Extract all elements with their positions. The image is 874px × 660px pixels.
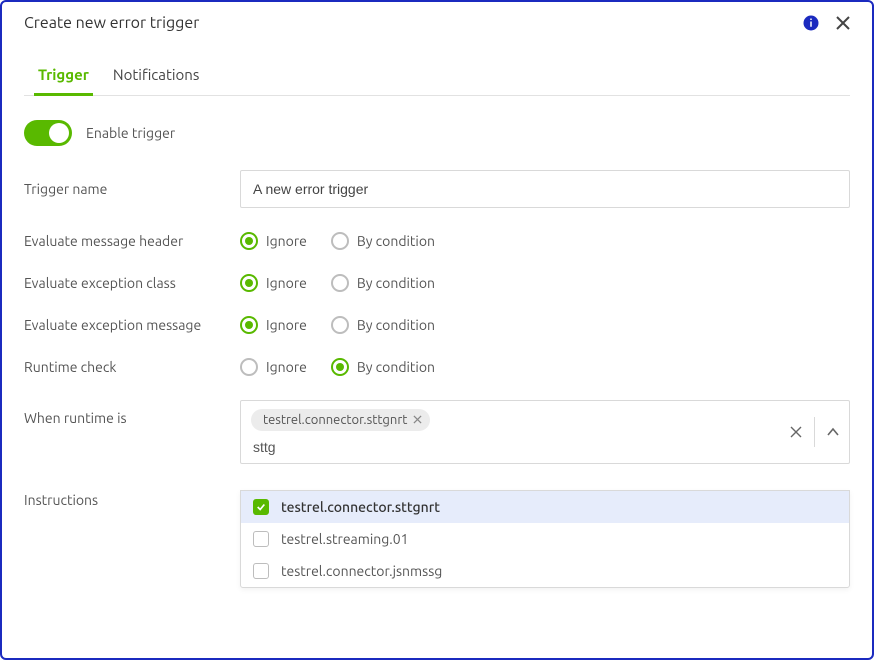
dialog-titlebar: Create new error trigger [2, 2, 872, 40]
trigger-name-label: Trigger name [24, 181, 240, 197]
when-runtime-multiselect[interactable]: testrel.connector.sttgnrt [240, 400, 850, 464]
enable-trigger-toggle[interactable] [24, 120, 72, 146]
evaluate-exception-class-radio-group: Ignore By condition [240, 274, 850, 292]
runtime-check-label: Runtime check [24, 359, 240, 375]
tabs: Trigger Notifications [24, 58, 850, 96]
dropdown-item-label: testrel.streaming.01 [281, 531, 409, 547]
runtime-check-radio-ignore[interactable]: Ignore [240, 358, 307, 376]
divider [814, 417, 815, 447]
chip-remove-icon[interactable] [413, 414, 422, 427]
info-icon[interactable] [800, 12, 822, 34]
evaluate-exmsg-radio-ignore[interactable]: Ignore [240, 316, 307, 334]
checkbox-icon [253, 531, 269, 547]
radio-label: Ignore [266, 233, 307, 249]
radio-label: Ignore [266, 317, 307, 333]
checkbox-icon [253, 499, 269, 515]
chevron-up-icon[interactable] [827, 427, 839, 437]
evaluate-exclass-radio-bycondition[interactable]: By condition [331, 274, 435, 292]
evaluate-header-radio-ignore[interactable]: Ignore [240, 232, 307, 250]
dropdown-item-label: testrel.connector.sttgnrt [281, 499, 440, 515]
dialog-create-error-trigger: Create new error trigger Trigger Notific… [0, 0, 874, 660]
dropdown-item[interactable]: testrel.connector.jsnmssg [241, 555, 849, 587]
tab-trigger[interactable]: Trigger [38, 58, 89, 95]
evaluate-exception-class-label: Evaluate exception class [24, 275, 240, 291]
when-runtime-label: When runtime is [24, 400, 240, 426]
runtime-check-radio-bycondition[interactable]: By condition [331, 358, 435, 376]
dropdown-item-label: testrel.connector.jsnmssg [281, 563, 442, 579]
radio-label: By condition [357, 233, 435, 249]
dropdown-item[interactable]: testrel.connector.sttgnrt [241, 491, 849, 523]
radio-label: By condition [357, 317, 435, 333]
runtime-chip: testrel.connector.sttgnrt [251, 409, 430, 431]
close-icon[interactable] [832, 12, 854, 34]
evaluate-exclass-radio-ignore[interactable]: Ignore [240, 274, 307, 292]
evaluate-exception-message-radio-group: Ignore By condition [240, 316, 850, 334]
evaluate-exception-message-label: Evaluate exception message [24, 317, 240, 333]
when-runtime-filter-input[interactable] [251, 437, 770, 457]
radio-label: Ignore [266, 359, 307, 375]
runtime-check-radio-group: Ignore By condition [240, 358, 850, 376]
evaluate-header-label: Evaluate message header [24, 233, 240, 249]
evaluate-header-radio-bycondition[interactable]: By condition [331, 232, 435, 250]
radio-label: By condition [357, 359, 435, 375]
clear-icon[interactable] [790, 426, 802, 438]
tab-notifications[interactable]: Notifications [113, 58, 199, 95]
enable-trigger-label: Enable trigger [86, 125, 175, 141]
when-runtime-dropdown: testrel.connector.sttgnrt testrel.stream… [240, 490, 850, 588]
runtime-chip-label: testrel.connector.sttgnrt [263, 413, 407, 427]
radio-label: By condition [357, 275, 435, 291]
trigger-name-input[interactable] [240, 170, 850, 208]
evaluate-header-radio-group: Ignore By condition [240, 232, 850, 250]
dialog-title: Create new error trigger [24, 14, 199, 32]
radio-label: Ignore [266, 275, 307, 291]
instructions-label: Instructions [24, 490, 240, 610]
checkbox-icon [253, 563, 269, 579]
dropdown-item[interactable]: testrel.streaming.01 [241, 523, 849, 555]
evaluate-exmsg-radio-bycondition[interactable]: By condition [331, 316, 435, 334]
